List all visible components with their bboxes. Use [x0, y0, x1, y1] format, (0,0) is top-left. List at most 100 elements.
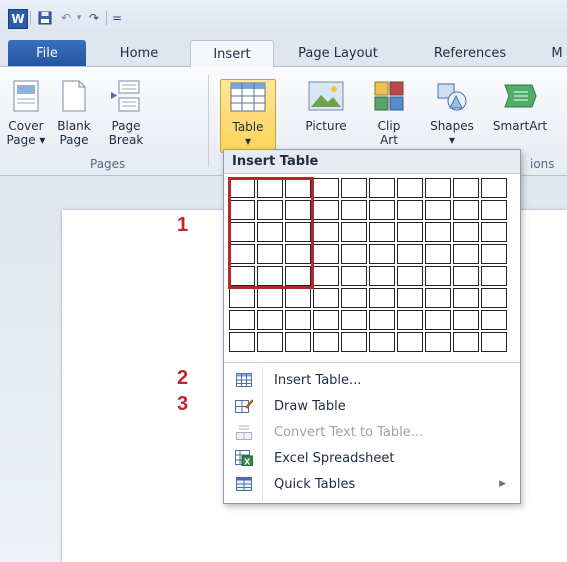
grid-cell[interactable]: [369, 310, 395, 330]
grid-cell[interactable]: [397, 332, 423, 352]
grid-cell[interactable]: [369, 178, 395, 198]
grid-cell[interactable]: [229, 310, 255, 330]
grid-cell[interactable]: [481, 222, 507, 242]
grid-cell[interactable]: [453, 244, 479, 264]
grid-cell[interactable]: [313, 200, 339, 220]
grid-cell[interactable]: [481, 266, 507, 286]
word-logo-icon[interactable]: W: [8, 9, 28, 29]
clip-art-button[interactable]: Clip Art: [368, 79, 410, 151]
save-icon[interactable]: [36, 9, 54, 27]
undo-dropdown-icon[interactable]: ▾: [74, 9, 84, 27]
grid-cell[interactable]: [397, 178, 423, 198]
grid-cell[interactable]: [425, 288, 451, 308]
grid-cell[interactable]: [313, 266, 339, 286]
grid-cell[interactable]: [481, 178, 507, 198]
convert-text-to-table-item[interactable]: Convert Text to Table...: [224, 419, 520, 445]
grid-cell[interactable]: [453, 332, 479, 352]
grid-cell[interactable]: [341, 310, 367, 330]
grid-cell[interactable]: [481, 332, 507, 352]
undo-icon[interactable]: ↶: [58, 9, 74, 27]
grid-cell[interactable]: [341, 222, 367, 242]
grid-cell[interactable]: [425, 178, 451, 198]
page-break-button[interactable]: Page Break: [102, 79, 150, 151]
grid-cell[interactable]: [369, 288, 395, 308]
grid-cell[interactable]: [341, 244, 367, 264]
dropdown-title: Insert Table: [224, 150, 520, 174]
picture-button[interactable]: Picture: [296, 79, 356, 151]
table-button[interactable]: Table ▾: [220, 79, 276, 153]
grid-cell[interactable]: [341, 332, 367, 352]
grid-cell[interactable]: [453, 266, 479, 286]
cover-page-button[interactable]: Cover Page ▾: [4, 79, 48, 151]
insert-table-label: Insert Table...: [274, 372, 362, 388]
grid-cell[interactable]: [397, 222, 423, 242]
grid-cell[interactable]: [369, 244, 395, 264]
tab-home[interactable]: Home: [106, 40, 172, 66]
grid-cell[interactable]: [313, 288, 339, 308]
table-menu: Insert Table... Draw Table Convert Text …: [224, 367, 520, 497]
grid-cell[interactable]: [453, 288, 479, 308]
grid-cell[interactable]: [481, 200, 507, 220]
grid-cell[interactable]: [313, 332, 339, 352]
grid-cell[interactable]: [369, 266, 395, 286]
grid-cell[interactable]: [425, 310, 451, 330]
grid-cell[interactable]: [285, 310, 311, 330]
tab-references[interactable]: References: [420, 40, 520, 66]
grid-cell[interactable]: [341, 200, 367, 220]
pencil-table-icon: [234, 397, 254, 415]
grid-cell[interactable]: [481, 244, 507, 264]
customize-toolbar-icon[interactable]: =: [110, 9, 124, 27]
grid-cell[interactable]: [425, 332, 451, 352]
grid-cell[interactable]: [285, 288, 311, 308]
grid-cell[interactable]: [425, 244, 451, 264]
grid-cell[interactable]: [425, 222, 451, 242]
grid-cell[interactable]: [341, 178, 367, 198]
tab-page-layout[interactable]: Page Layout: [288, 40, 388, 66]
excel-spreadsheet-item[interactable]: X Excel Spreadsheet: [224, 445, 520, 471]
page-break-label: Page Break: [108, 119, 144, 147]
redo-icon[interactable]: ↷: [86, 9, 102, 27]
shapes-button[interactable]: Shapes ▾: [424, 79, 480, 151]
smartart-button[interactable]: SmartArt: [488, 79, 552, 151]
grid-cell[interactable]: [369, 222, 395, 242]
ribbon-tabs: File Home Insert Page Layout References …: [0, 36, 567, 68]
quick-tables-item[interactable]: Quick Tables ▶: [224, 471, 520, 497]
tab-mailings-partial[interactable]: M: [548, 40, 566, 66]
grid-cell[interactable]: [285, 332, 311, 352]
draw-table-item[interactable]: Draw Table: [224, 393, 520, 419]
grid-cell[interactable]: [397, 200, 423, 220]
grid-cell[interactable]: [453, 310, 479, 330]
grid-cell[interactable]: [425, 266, 451, 286]
grid-cell[interactable]: [313, 244, 339, 264]
insert-table-item[interactable]: Insert Table...: [224, 367, 520, 393]
grid-cell[interactable]: [481, 310, 507, 330]
grid-cell[interactable]: [453, 222, 479, 242]
grid-cell[interactable]: [229, 332, 255, 352]
grid-cell[interactable]: [257, 288, 283, 308]
grid-cell[interactable]: [397, 244, 423, 264]
grid-cell[interactable]: [453, 178, 479, 198]
grid-cell[interactable]: [481, 288, 507, 308]
grid-cell[interactable]: [313, 222, 339, 242]
grid-cell[interactable]: [313, 178, 339, 198]
svg-text:X: X: [244, 458, 251, 467]
grid-cell[interactable]: [453, 200, 479, 220]
grid-cell[interactable]: [397, 288, 423, 308]
grid-cell[interactable]: [369, 332, 395, 352]
grid-cell[interactable]: [313, 310, 339, 330]
grid-cell[interactable]: [397, 266, 423, 286]
grid-cell[interactable]: [229, 288, 255, 308]
tab-file[interactable]: File: [8, 40, 86, 66]
separator: [224, 362, 520, 363]
grid-cell[interactable]: [257, 310, 283, 330]
convert-icon: [234, 423, 254, 441]
tab-insert[interactable]: Insert: [190, 40, 274, 68]
grid-cell[interactable]: [341, 266, 367, 286]
grid-cell[interactable]: [341, 288, 367, 308]
grid-cell[interactable]: [397, 310, 423, 330]
grid-cell[interactable]: [257, 332, 283, 352]
quick-tables-label: Quick Tables: [274, 476, 356, 492]
grid-cell[interactable]: [425, 200, 451, 220]
grid-cell[interactable]: [369, 200, 395, 220]
blank-page-button[interactable]: Blank Page: [52, 79, 96, 151]
